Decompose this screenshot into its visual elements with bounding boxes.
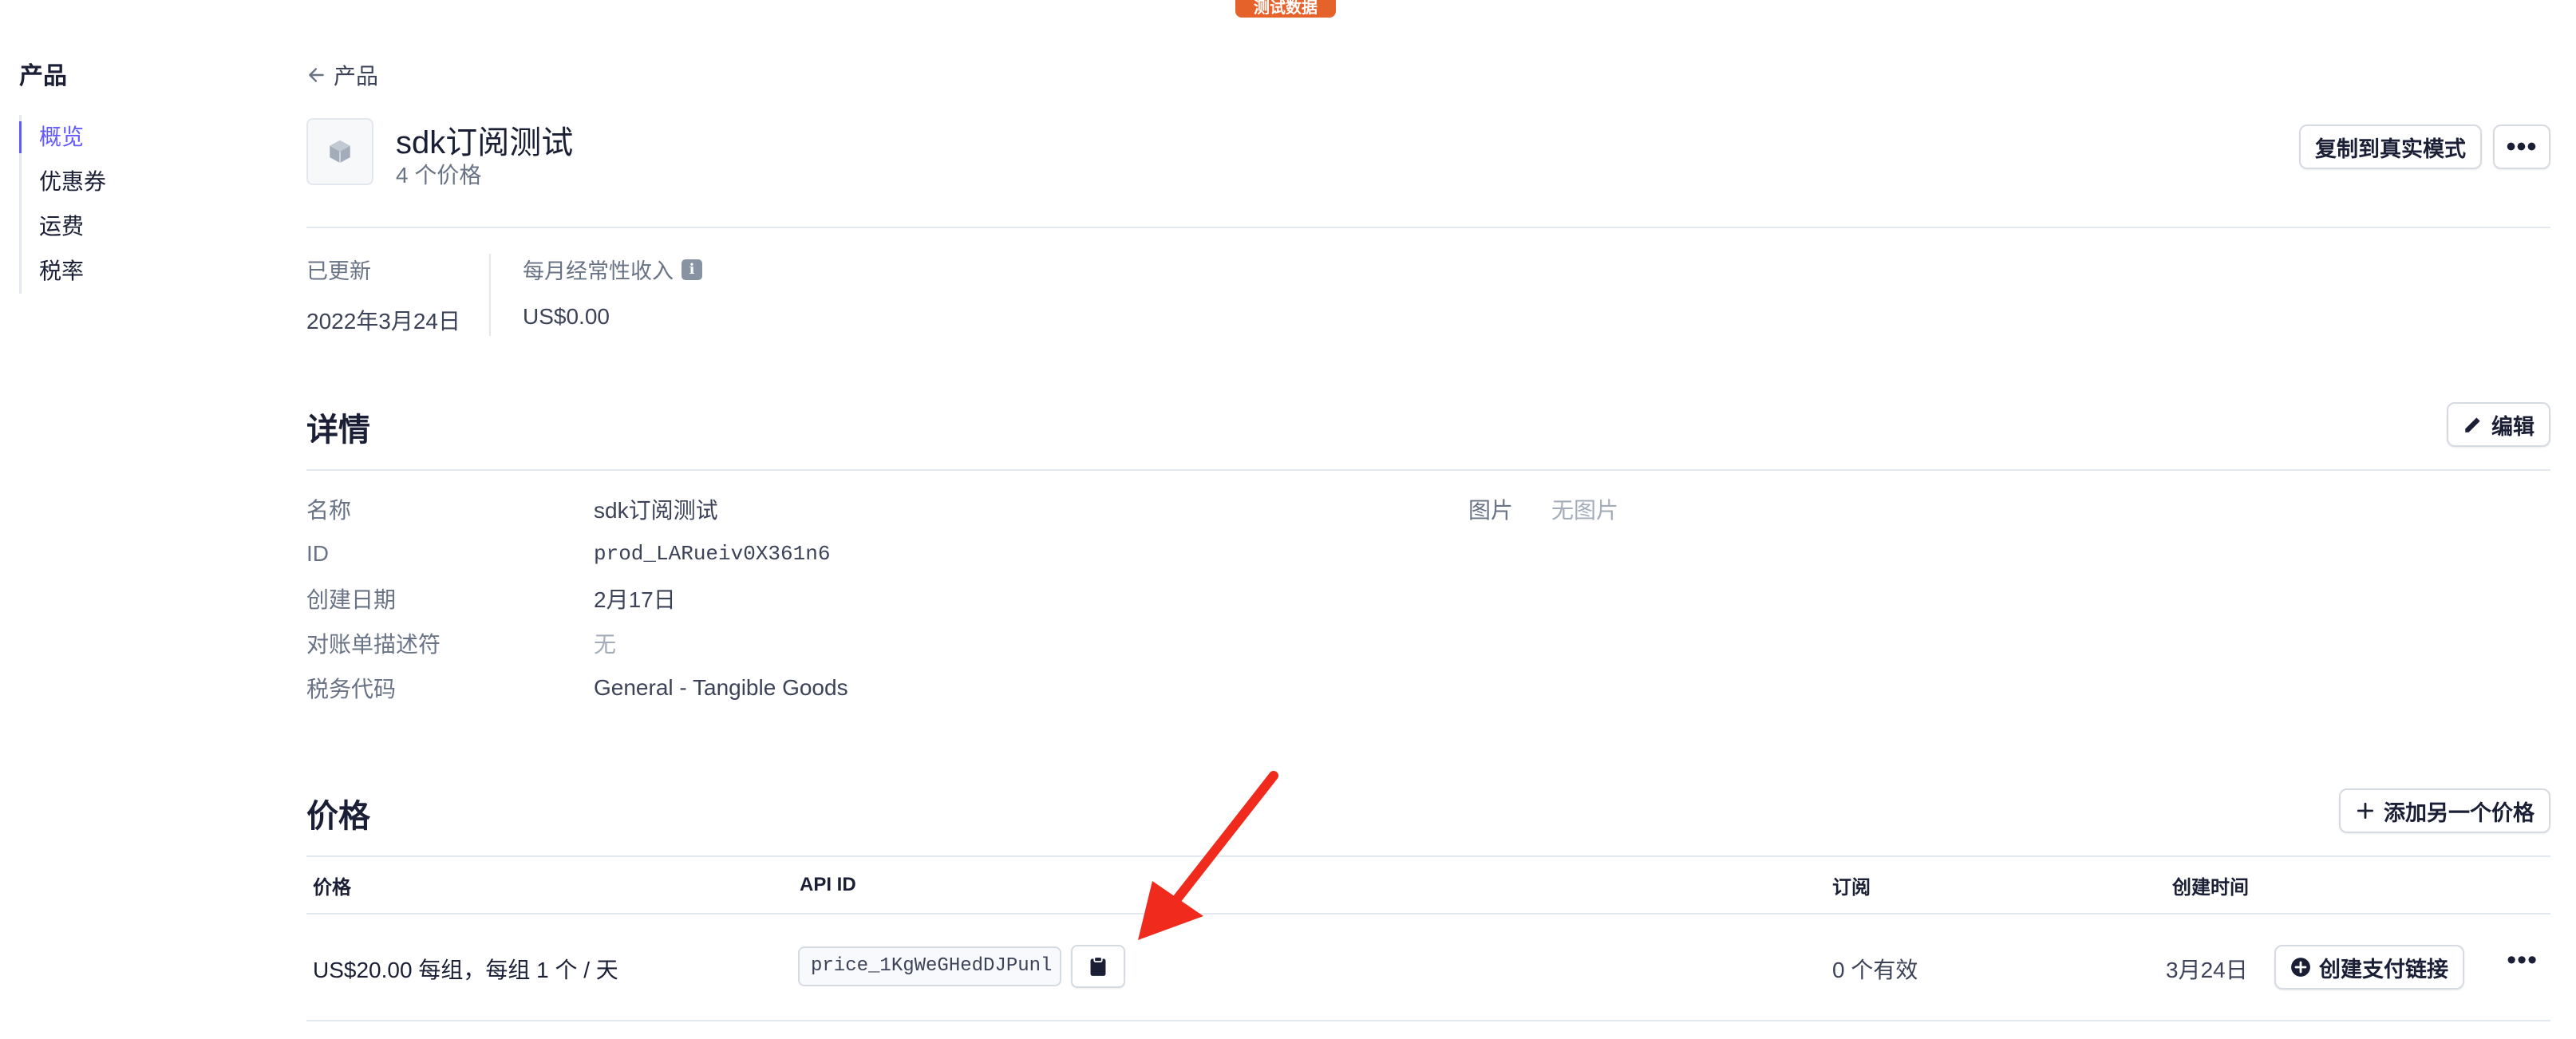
pencil-icon (2465, 417, 2480, 433)
product-title: sdk订阅测试 (396, 125, 574, 160)
prices-table: 价格 API ID 订阅 创建时间 US$20.00 每组，每组 1 个 / 天… (306, 857, 2550, 1021)
product-id-value[interactable]: prod_LARueiv0X361n6 (594, 542, 830, 566)
stat-mrr: 每月经常性收入 i US$0.00 (489, 254, 731, 336)
created-cell: 3月24日 (2166, 958, 2248, 982)
subscriptions-cell: 0 个有效 (1832, 958, 1918, 982)
sidebar-item-tax-rates[interactable]: 税率 (22, 249, 259, 294)
stat-mrr-value: US$0.00 (523, 304, 610, 329)
details-title: 详情 (306, 413, 370, 448)
plus-icon (2357, 802, 2374, 820)
detail-row-name: 名称 sdk订阅测试 (306, 487, 2550, 531)
sidebar-item-coupons[interactable]: 优惠券 (22, 160, 259, 204)
product-stats: 已更新 2022年3月24日 每月经常性收入 i US$0.00 (306, 254, 731, 336)
detail-label: ID (306, 541, 329, 566)
stat-updated: 已更新 2022年3月24日 (306, 254, 489, 336)
stat-mrr-label: 每月经常性收入 (523, 259, 674, 283)
sidebar-item-shipping[interactable]: 运费 (22, 204, 259, 249)
add-price-button[interactable]: 添加另一个价格 (2339, 788, 2550, 833)
price-cell: US$20.00 每组，每组 1 个 / 天 (313, 958, 618, 982)
product-box-icon (306, 118, 373, 185)
detail-value: 2月17日 (594, 587, 676, 612)
detail-row-statement-descriptor: 对账单描述符 无 (306, 621, 2550, 666)
create-payment-link-button[interactable]: 创建支付链接 (2274, 945, 2464, 990)
more-actions-button[interactable]: ••• (2493, 124, 2550, 169)
copy-api-id-button[interactable] (1071, 945, 1125, 988)
detail-label: 对账单描述符 (306, 632, 441, 657)
detail-row-tax-code: 税务代码 General - Tangible Goods (306, 666, 2550, 710)
product-header: sdk订阅测试 4 个价格 复制到真实模式 ••• (306, 117, 2550, 228)
copy-to-live-mode-button[interactable]: 复制到真实模式 (2299, 124, 2482, 169)
details-list: 名称 sdk订阅测试 ID prod_LARueiv0X361n6 创建日期 2… (306, 487, 2550, 710)
product-price-count: 4 个价格 (396, 163, 482, 188)
details-section-header: 详情 编辑 (306, 402, 2550, 471)
table-row[interactable]: US$20.00 每组，每组 1 个 / 天 price_1KgWeGHedDJ… (306, 915, 2550, 1021)
create-payment-link-label: 创建支付链接 (2319, 957, 2448, 982)
header-actions: 复制到真实模式 ••• (2299, 124, 2550, 169)
arrow-left-icon (309, 68, 324, 82)
detail-value: sdk订阅测试 (594, 498, 718, 523)
add-price-label: 添加另一个价格 (2384, 800, 2535, 825)
detail-row-created: 创建日期 2月17日 (306, 576, 2550, 621)
ellipsis-icon: ••• (2506, 132, 2538, 162)
breadcrumb-label: 产品 (334, 64, 379, 89)
api-id-field[interactable]: price_1KgWeGHedDJPunl (798, 946, 1061, 986)
plus-circle-icon (2291, 958, 2310, 977)
sidebar-nav: 概览 优惠券 运费 税率 (19, 115, 259, 294)
detail-image-label: 图片 (1468, 498, 1514, 523)
breadcrumb-back-link[interactable]: 产品 (306, 59, 378, 91)
detail-row-id: ID prod_LARueiv0X361n6 (306, 531, 2550, 576)
column-header-subscriptions: 订阅 (1832, 876, 1871, 899)
detail-image: 图片 无图片 (1468, 487, 1618, 531)
sidebar: 产品 概览 优惠券 运费 税率 (19, 56, 259, 294)
prices-section-header: 价格 添加另一个价格 (306, 788, 2550, 857)
column-header-price: 价格 (313, 876, 351, 899)
test-data-badge: 测试数据 (1235, 0, 1336, 18)
detail-value: 无 (594, 632, 617, 657)
detail-image-value: 无图片 (1551, 498, 1619, 523)
detail-label: 税务代码 (306, 677, 397, 701)
detail-label: 名称 (306, 498, 352, 523)
table-header: 价格 API ID 订阅 创建时间 (306, 857, 2550, 915)
stat-updated-label: 已更新 (306, 259, 371, 283)
detail-value: General - Tangible Goods (594, 675, 848, 700)
prices-title: 价格 (306, 799, 370, 834)
detail-label: 创建日期 (306, 587, 397, 612)
info-icon[interactable]: i (682, 259, 703, 280)
edit-button[interactable]: 编辑 (2447, 402, 2550, 447)
sidebar-item-overview[interactable]: 概览 (19, 115, 259, 160)
column-header-api-id: API ID (800, 874, 856, 895)
edit-button-label: 编辑 (2491, 414, 2535, 439)
sidebar-title: 产品 (19, 63, 67, 89)
stat-updated-value: 2022年3月24日 (306, 309, 461, 334)
clipboard-icon (1090, 956, 1106, 976)
column-header-created: 创建时间 (2172, 876, 2249, 899)
row-more-actions-icon[interactable]: ••• (2507, 946, 2538, 974)
